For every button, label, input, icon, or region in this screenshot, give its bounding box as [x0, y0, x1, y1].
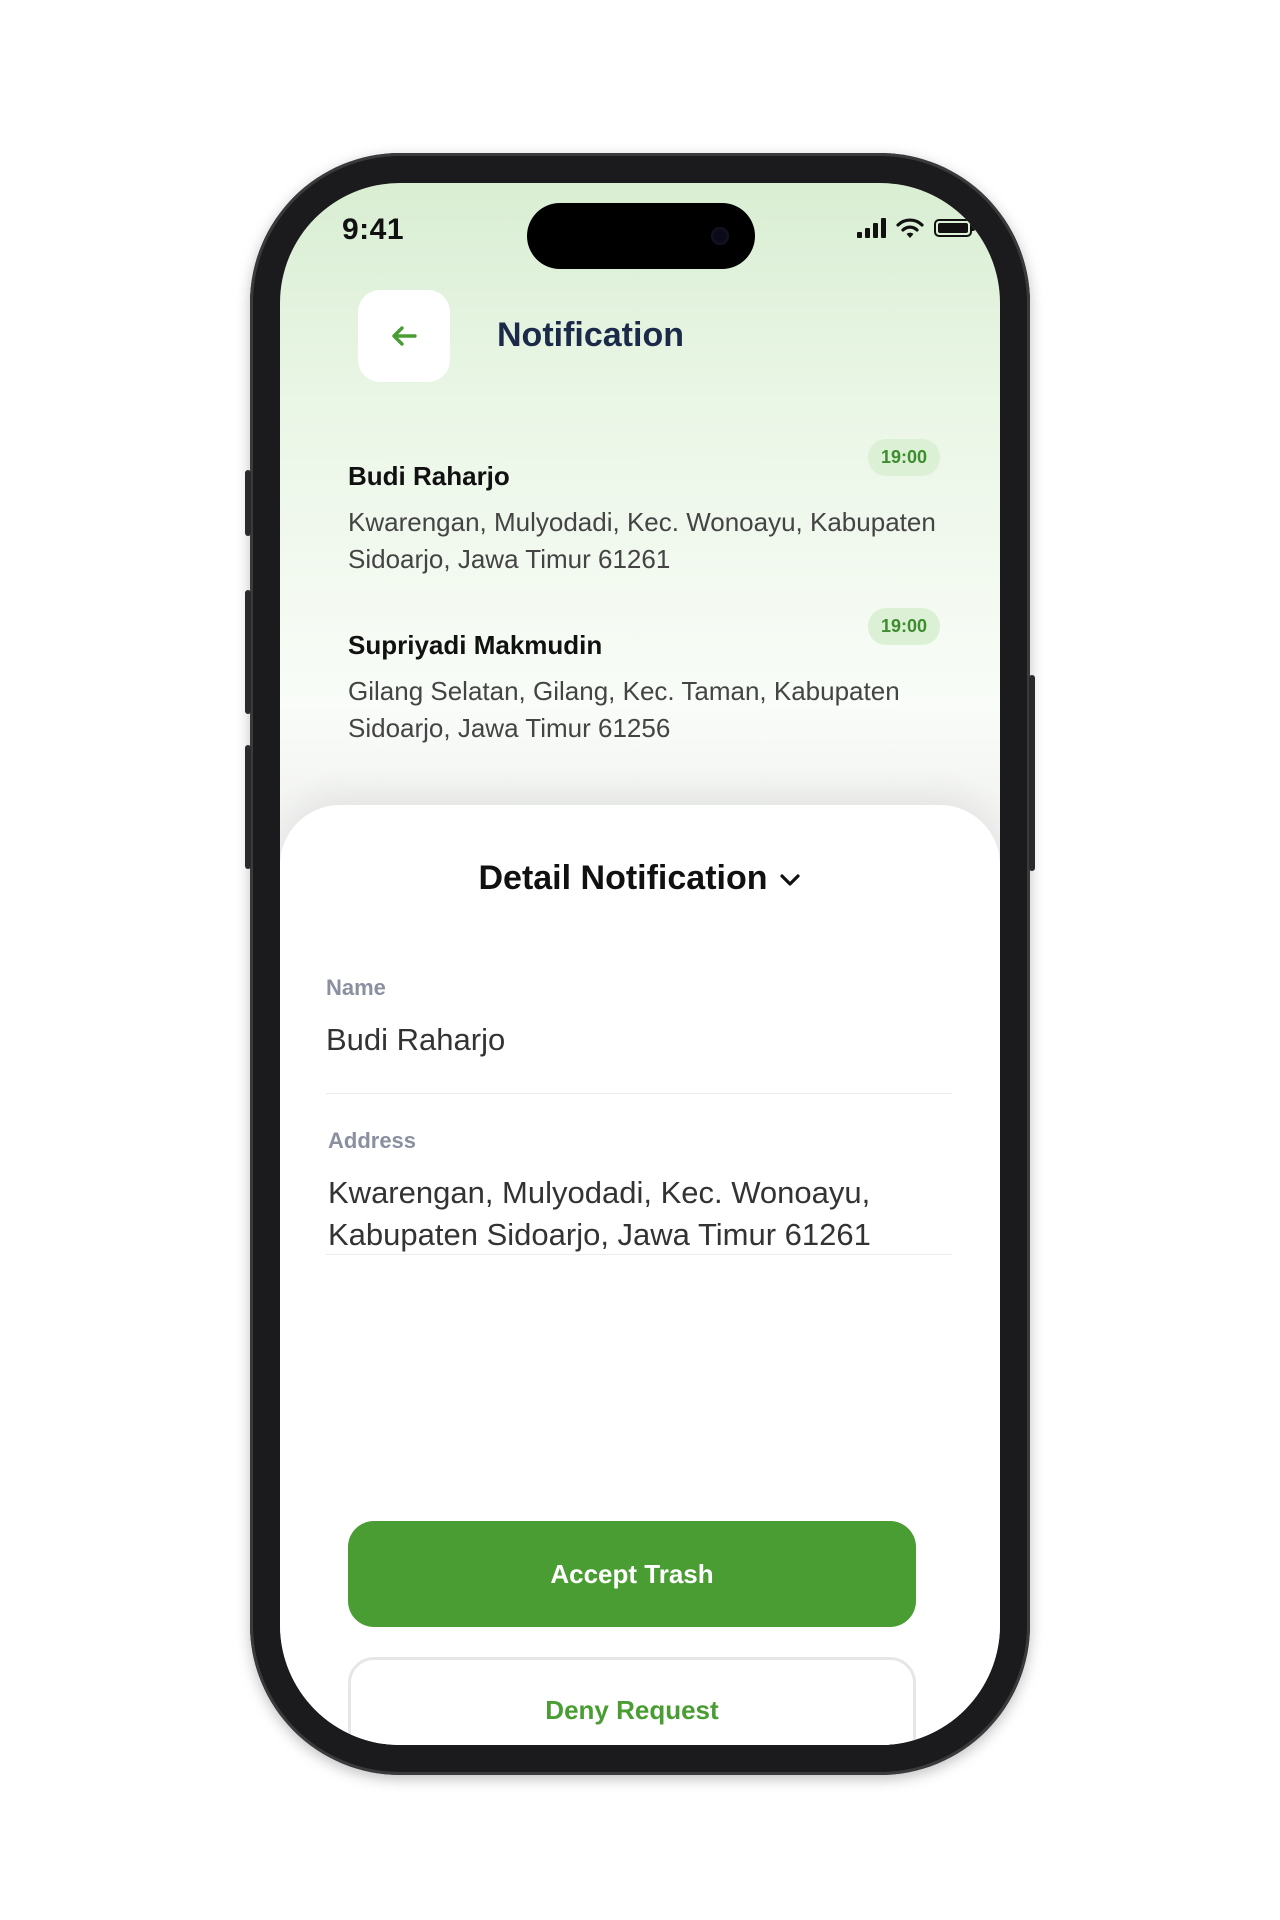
detail-bottom-sheet: Detail Notification Name Budi Raharjo Ad…	[280, 805, 1000, 1745]
volume-up-button	[245, 590, 251, 714]
chevron-down-icon[interactable]	[778, 872, 802, 888]
page-title: Notification	[497, 316, 684, 354]
status-icons	[857, 217, 975, 239]
phone-screen: 9:41 Notification Budi Raharjo Kwarengan…	[280, 183, 1000, 1745]
address-label: Address	[328, 1128, 417, 1153]
name-value: Budi Raharjo	[326, 1022, 506, 1057]
notification-item[interactable]: Budi Raharjo Kwarengan, Mulyodadi, Kec. …	[348, 439, 940, 578]
time-badge: 19:00	[867, 439, 940, 476]
status-time: 9:41	[342, 213, 405, 246]
wifi-icon	[896, 218, 924, 238]
time-badge: 19:00	[867, 608, 940, 645]
cellular-signal-icon	[857, 218, 886, 238]
notification-address: Kwarengan, Mulyodadi, Kec. Wonoayu, Kabu…	[348, 507, 936, 574]
notification-item[interactable]: Supriyadi Makmudin Gilang Selatan, Gilan…	[348, 608, 940, 747]
name-label: Name	[326, 975, 386, 1000]
camera	[711, 227, 729, 245]
detail-sheet-title: Detail Notification	[478, 859, 768, 897]
detail-sheet-header[interactable]: Detail Notification	[280, 859, 1000, 898]
volume-down-button	[245, 745, 251, 869]
address-field: Address Kwarengan, Mulyodadi, Kec. Wonoa…	[326, 1128, 952, 1255]
arrow-left-icon	[392, 326, 417, 346]
accept-trash-button[interactable]: Accept Trash	[348, 1521, 916, 1627]
back-button[interactable]	[358, 290, 450, 382]
action-button	[245, 470, 251, 536]
address-value: Kwarengan, Mulyodadi, Kec. Wonoayu, Kabu…	[328, 1175, 871, 1252]
power-button	[1029, 675, 1035, 871]
notification-name: Supriyadi Makmudin	[348, 630, 603, 660]
deny-request-button[interactable]: Deny Request	[348, 1657, 916, 1745]
notification-address: Gilang Selatan, Gilang, Kec. Taman, Kabu…	[348, 676, 900, 743]
dynamic-island	[527, 203, 755, 269]
battery-icon	[934, 219, 975, 237]
name-field: Name Budi Raharjo	[326, 975, 952, 1094]
notification-name: Budi Raharjo	[348, 461, 510, 491]
